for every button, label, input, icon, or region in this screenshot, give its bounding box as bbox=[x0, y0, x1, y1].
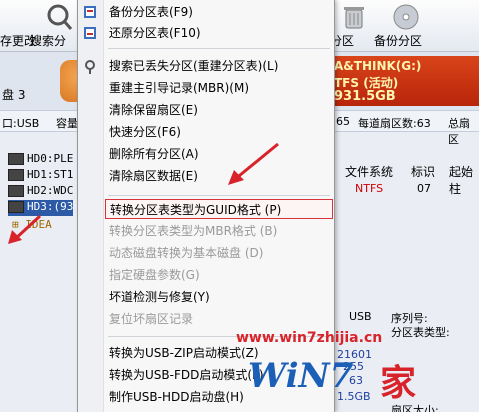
backup-partition-button[interactable] bbox=[378, 3, 434, 34]
value-65: 65 bbox=[336, 115, 350, 128]
details-interface: USB bbox=[349, 310, 372, 323]
menu-item-convert-to-guid[interactable]: 转换分区表类型为GUID格式 (P) bbox=[105, 199, 333, 219]
watermark-logo: WiN7 bbox=[248, 356, 354, 396]
magnifier-icon bbox=[47, 4, 73, 30]
menu-item-rebuild-mbr[interactable]: 重建主引导记录(MBR)(M) bbox=[105, 78, 333, 98]
restore-table-icon bbox=[84, 27, 96, 39]
tree-item-hd1[interactable]: HD1:ST1 bbox=[8, 168, 73, 184]
trash-icon bbox=[344, 7, 364, 29]
watermark: www.win7zhijia.cn WiN7 家 bbox=[230, 330, 479, 412]
search-lost-partition-icon bbox=[85, 60, 95, 74]
tree-item-hd2[interactable]: HD2:WDC bbox=[8, 184, 73, 200]
annotation-arrow-icon bbox=[228, 142, 279, 185]
menu-item-backup-table[interactable]: 备份分区表(F9) bbox=[105, 2, 333, 22]
tree-item-hd0[interactable]: HD0:PLE bbox=[8, 152, 73, 168]
menu-item-dynamic-to-basic[interactable]: 动态磁盘转换为基本磁盘 (D) bbox=[105, 243, 333, 263]
col-id[interactable]: 标识 bbox=[411, 163, 435, 180]
menu-item-bad-sector-check[interactable]: 坏道检测与修复(Y) bbox=[105, 287, 333, 307]
delete-partition-button[interactable] bbox=[336, 3, 372, 34]
tree-item-label: HD1:ST1 bbox=[27, 168, 74, 181]
menu-item-convert-to-mbr[interactable]: 转换分区表类型为MBR格式 (B) bbox=[105, 221, 333, 241]
capacity-label: 容量 bbox=[56, 117, 78, 130]
disk-icon bbox=[8, 169, 24, 181]
col-filesystem[interactable]: 文件系统 bbox=[345, 163, 393, 180]
partition-table-header: 文件系统 标识 起始柱 bbox=[335, 160, 479, 196]
tree-item-label: HD2:WDC bbox=[27, 184, 74, 197]
menu-item-delete-all-partitions[interactable]: 删除所有分区(A) bbox=[105, 144, 333, 164]
watermark-url: www.win7zhijia.cn bbox=[236, 330, 383, 346]
menu-separator bbox=[108, 48, 330, 49]
backup-table-icon bbox=[84, 6, 96, 18]
menu-item-clear-sector-data[interactable]: 清除扇区数据(E) bbox=[105, 166, 333, 186]
total-sectors-label: 总扇区 bbox=[448, 117, 470, 146]
disc-icon bbox=[393, 4, 419, 30]
row-id: 07 bbox=[417, 182, 431, 195]
disk-number-label: 盘 3 bbox=[2, 88, 26, 102]
menu-item-reset-bad-sectors[interactable]: 复位坏扇区记录 bbox=[105, 309, 333, 329]
backup-partition-label[interactable]: 备份分区 bbox=[374, 32, 422, 49]
menu-item-specify-disk-params[interactable]: 指定硬盘参数(G) bbox=[105, 265, 333, 285]
menu-item-clear-reserved-sectors[interactable]: 清除保留扇区(E) bbox=[105, 100, 333, 120]
sectors-per-track: 每道扇区数:63 bbox=[358, 117, 431, 130]
disk-icon bbox=[8, 185, 24, 197]
disk-icon bbox=[8, 153, 24, 165]
annotation-arrow-icon bbox=[8, 214, 42, 244]
tree-item-label: HD0:PLE bbox=[27, 152, 74, 165]
menu-item-search-lost-partition[interactable]: 搜索已丢失分区(重建分区表)(L) bbox=[105, 56, 333, 76]
interface-label: 口:USB bbox=[2, 117, 40, 130]
partition-size: 931.5GB bbox=[334, 89, 396, 104]
search-partition-label[interactable]: 搜索分 bbox=[30, 32, 66, 49]
row-filesystem: NTFS bbox=[355, 182, 384, 195]
table-row[interactable]: NTFS 07 bbox=[335, 182, 479, 198]
partition-name: A&THINK(G:) bbox=[334, 59, 422, 73]
menu-item-quick-partition[interactable]: 快速分区(F6) bbox=[105, 122, 333, 142]
menu-item-restore-table[interactable]: 还原分区表(F10) bbox=[105, 23, 333, 43]
watermark-home: 家 bbox=[380, 363, 417, 404]
menu-separator bbox=[108, 195, 330, 196]
